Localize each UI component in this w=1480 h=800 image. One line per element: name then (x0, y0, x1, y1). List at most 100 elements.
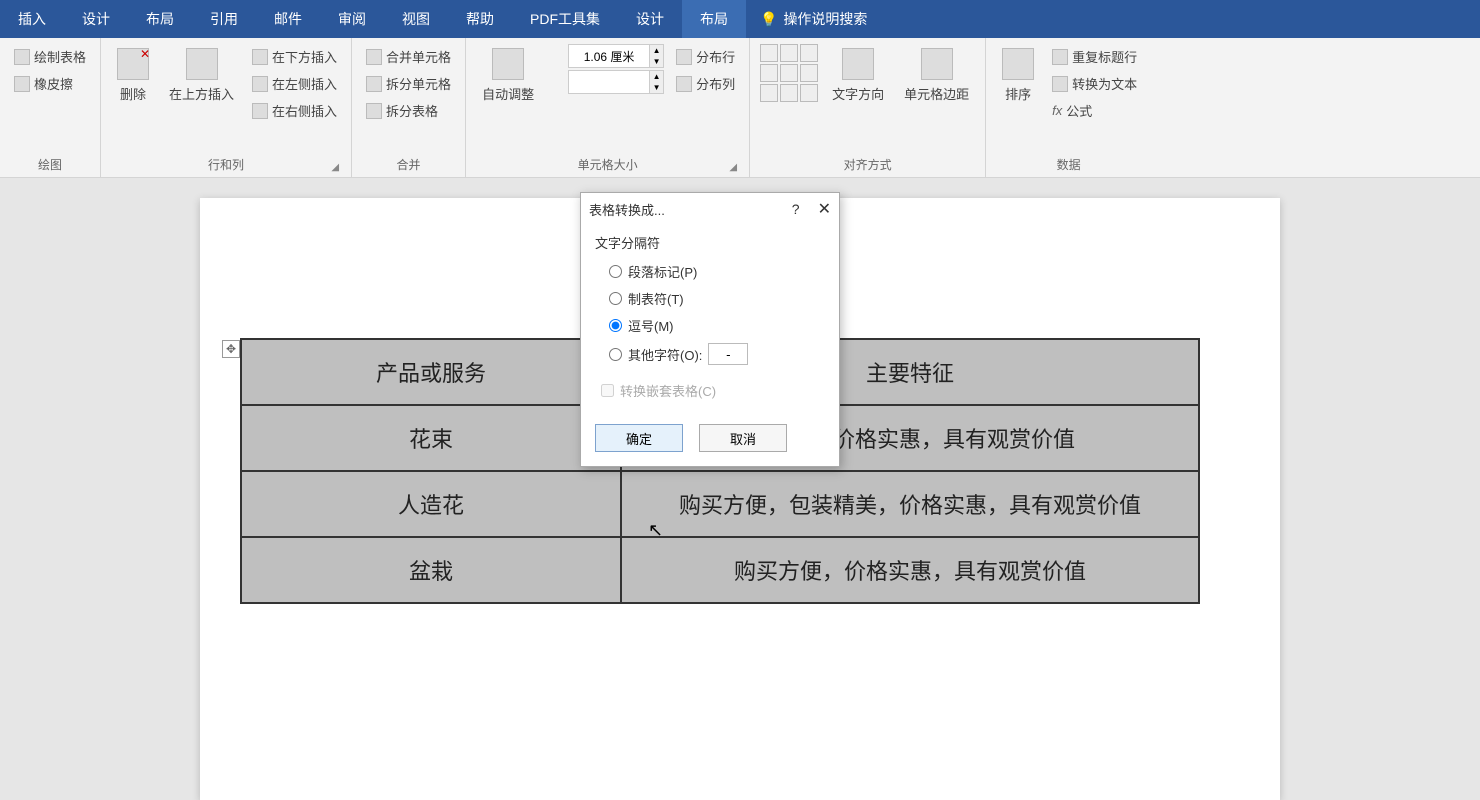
tab-references[interactable]: 引用 (192, 0, 256, 38)
insert-left-button[interactable]: 在左侧插入 (248, 71, 341, 96)
cell-margins-button[interactable]: 单元格边距 (898, 44, 975, 107)
convert-to-text-button[interactable]: 转换为文本 (1048, 71, 1141, 96)
eraser-icon (14, 76, 30, 92)
dialog-title: 表格转换成... (589, 200, 665, 219)
merge-cells-button[interactable]: 合并单元格 (362, 44, 455, 69)
group-label-alignment: 对齐方式 (760, 152, 975, 177)
tab-view[interactable]: 视图 (384, 0, 448, 38)
radio-paragraph[interactable]: 段落标记(P) (595, 258, 825, 285)
col-width-input[interactable] (569, 75, 649, 89)
help-icon[interactable]: ? (792, 201, 800, 217)
spinner-down-icon[interactable]: ▼ (649, 82, 663, 93)
fx-icon: fx (1052, 103, 1062, 118)
group-merge: 合并单元格 拆分单元格 拆分表格 合并 (352, 38, 466, 177)
insert-right-icon (252, 103, 268, 119)
dialog-launcher-icon[interactable]: ◢ (729, 162, 737, 173)
ok-button[interactable]: 确定 (595, 424, 683, 452)
group-rows-cols: 删除 在上方插入 在下方插入 在左侧插入 在右侧插入 行和列◢ (101, 38, 352, 177)
radio-other[interactable]: 其他字符(O): (595, 339, 825, 369)
radio-comma[interactable]: 逗号(M) (595, 312, 825, 339)
group-label-rows-cols: 行和列◢ (111, 152, 341, 177)
tab-design[interactable]: 设计 (64, 0, 128, 38)
ribbon: 绘制表格 橡皮擦 绘图 删除 在上方插入 在下方插入 在左侧插入 在右侧插入 行… (0, 38, 1480, 178)
tell-me-label: 操作说明搜索 (783, 9, 867, 29)
tab-insert[interactable]: 插入 (0, 0, 64, 38)
alignment-grid[interactable] (760, 44, 818, 102)
sort-button[interactable]: 排序 (996, 44, 1040, 107)
group-data: 排序 重复标题行 转换为文本 fx公式 数据 (986, 38, 1151, 177)
insert-above-icon (186, 48, 218, 80)
separator-section-label: 文字分隔符 (595, 233, 825, 252)
other-char-input[interactable] (708, 343, 748, 365)
convert-text-icon (1052, 76, 1068, 92)
cell-margins-icon (921, 48, 953, 80)
table-row: 人造花 购买方便，包装精美，价格实惠，具有观赏价值 (241, 471, 1199, 537)
pencil-icon (14, 49, 30, 65)
split-cells-icon (366, 76, 382, 92)
tab-help[interactable]: 帮助 (448, 0, 512, 38)
spinner-down-icon[interactable]: ▼ (649, 56, 663, 67)
group-label-data: 数据 (996, 152, 1141, 177)
close-icon[interactable]: ✕ (818, 199, 831, 219)
convert-table-dialog: 表格转换成... ? ✕ 文字分隔符 段落标记(P) 制表符(T) 逗号(M) … (580, 192, 840, 467)
row-height-spinner[interactable]: ▲▼ (568, 44, 664, 68)
draw-table-button[interactable]: 绘制表格 (10, 44, 90, 69)
tab-table-design[interactable]: 设计 (618, 0, 682, 38)
table-cell[interactable]: 购买方便，包装精美，价格实惠，具有观赏价值 (621, 471, 1199, 537)
split-cells-button[interactable]: 拆分单元格 (362, 71, 455, 96)
tab-mailings[interactable]: 邮件 (256, 0, 320, 38)
tab-table-layout[interactable]: 布局 (682, 0, 746, 38)
spinner-up-icon[interactable]: ▲ (649, 71, 663, 82)
eraser-button[interactable]: 橡皮擦 (10, 71, 90, 96)
table-cell[interactable]: 盆栽 (241, 537, 621, 603)
insert-below-button[interactable]: 在下方插入 (248, 44, 341, 69)
cancel-button[interactable]: 取消 (699, 424, 787, 452)
col-width-spinner[interactable]: ▲▼ (568, 70, 664, 94)
row-height-input[interactable] (569, 49, 649, 63)
autofit-button[interactable]: 自动调整 (476, 44, 540, 107)
tab-review[interactable]: 审阅 (320, 0, 384, 38)
merge-icon (366, 49, 382, 65)
repeat-header-icon (1052, 49, 1068, 65)
table-move-handle-icon[interactable]: ✥ (222, 340, 240, 358)
insert-right-button[interactable]: 在右侧插入 (248, 98, 341, 123)
radio-tab[interactable]: 制表符(T) (595, 285, 825, 312)
dialog-titlebar[interactable]: 表格转换成... ? ✕ (581, 193, 839, 225)
text-direction-button[interactable]: 文字方向 (826, 44, 890, 107)
insert-above-button[interactable]: 在上方插入 (163, 44, 240, 107)
delete-button[interactable]: 删除 (111, 44, 155, 107)
table-cell[interactable]: 人造花 (241, 471, 621, 537)
distribute-cols-icon (676, 76, 692, 92)
formula-button[interactable]: fx公式 (1048, 98, 1141, 123)
table-cell[interactable]: 花束 (241, 405, 621, 471)
delete-icon (117, 48, 149, 80)
table-cell[interactable]: 购买方便，价格实惠，具有观赏价值 (621, 537, 1199, 603)
lightbulb-icon: 💡 (760, 11, 777, 28)
group-cell-size: 自动调整 ▲▼ ▲▼ 分布行 (466, 38, 750, 177)
group-draw: 绘制表格 橡皮擦 绘图 (0, 38, 101, 177)
insert-below-icon (252, 49, 268, 65)
insert-left-icon (252, 76, 268, 92)
table-header-cell[interactable]: 产品或服务 (241, 339, 621, 405)
spinner-up-icon[interactable]: ▲ (649, 45, 663, 56)
repeat-header-button[interactable]: 重复标题行 (1048, 44, 1141, 69)
sort-icon (1002, 48, 1034, 80)
tab-layout[interactable]: 布局 (128, 0, 192, 38)
group-label-cell-size: 单元格大小◢ (476, 152, 739, 177)
split-table-button[interactable]: 拆分表格 (362, 98, 455, 123)
table-row: 盆栽 购买方便，价格实惠，具有观赏价值 (241, 537, 1199, 603)
menubar: 插入 设计 布局 引用 邮件 审阅 视图 帮助 PDF工具集 设计 布局 💡 操… (0, 0, 1480, 38)
autofit-icon (492, 48, 524, 80)
row-height-icon (548, 48, 564, 64)
distribute-rows-icon (676, 49, 692, 65)
group-alignment: 文字方向 单元格边距 对齐方式 (750, 38, 986, 177)
group-label-merge: 合并 (362, 152, 455, 177)
distribute-cols-button[interactable]: 分布列 (672, 71, 739, 96)
tab-pdf-toolset[interactable]: PDF工具集 (512, 0, 618, 38)
group-label-draw: 绘图 (10, 152, 90, 177)
split-table-icon (366, 103, 382, 119)
col-width-icon (548, 74, 564, 90)
distribute-rows-button[interactable]: 分布行 (672, 44, 739, 69)
dialog-launcher-icon[interactable]: ◢ (331, 162, 339, 173)
tell-me-search[interactable]: 💡 操作说明搜索 (746, 9, 881, 29)
